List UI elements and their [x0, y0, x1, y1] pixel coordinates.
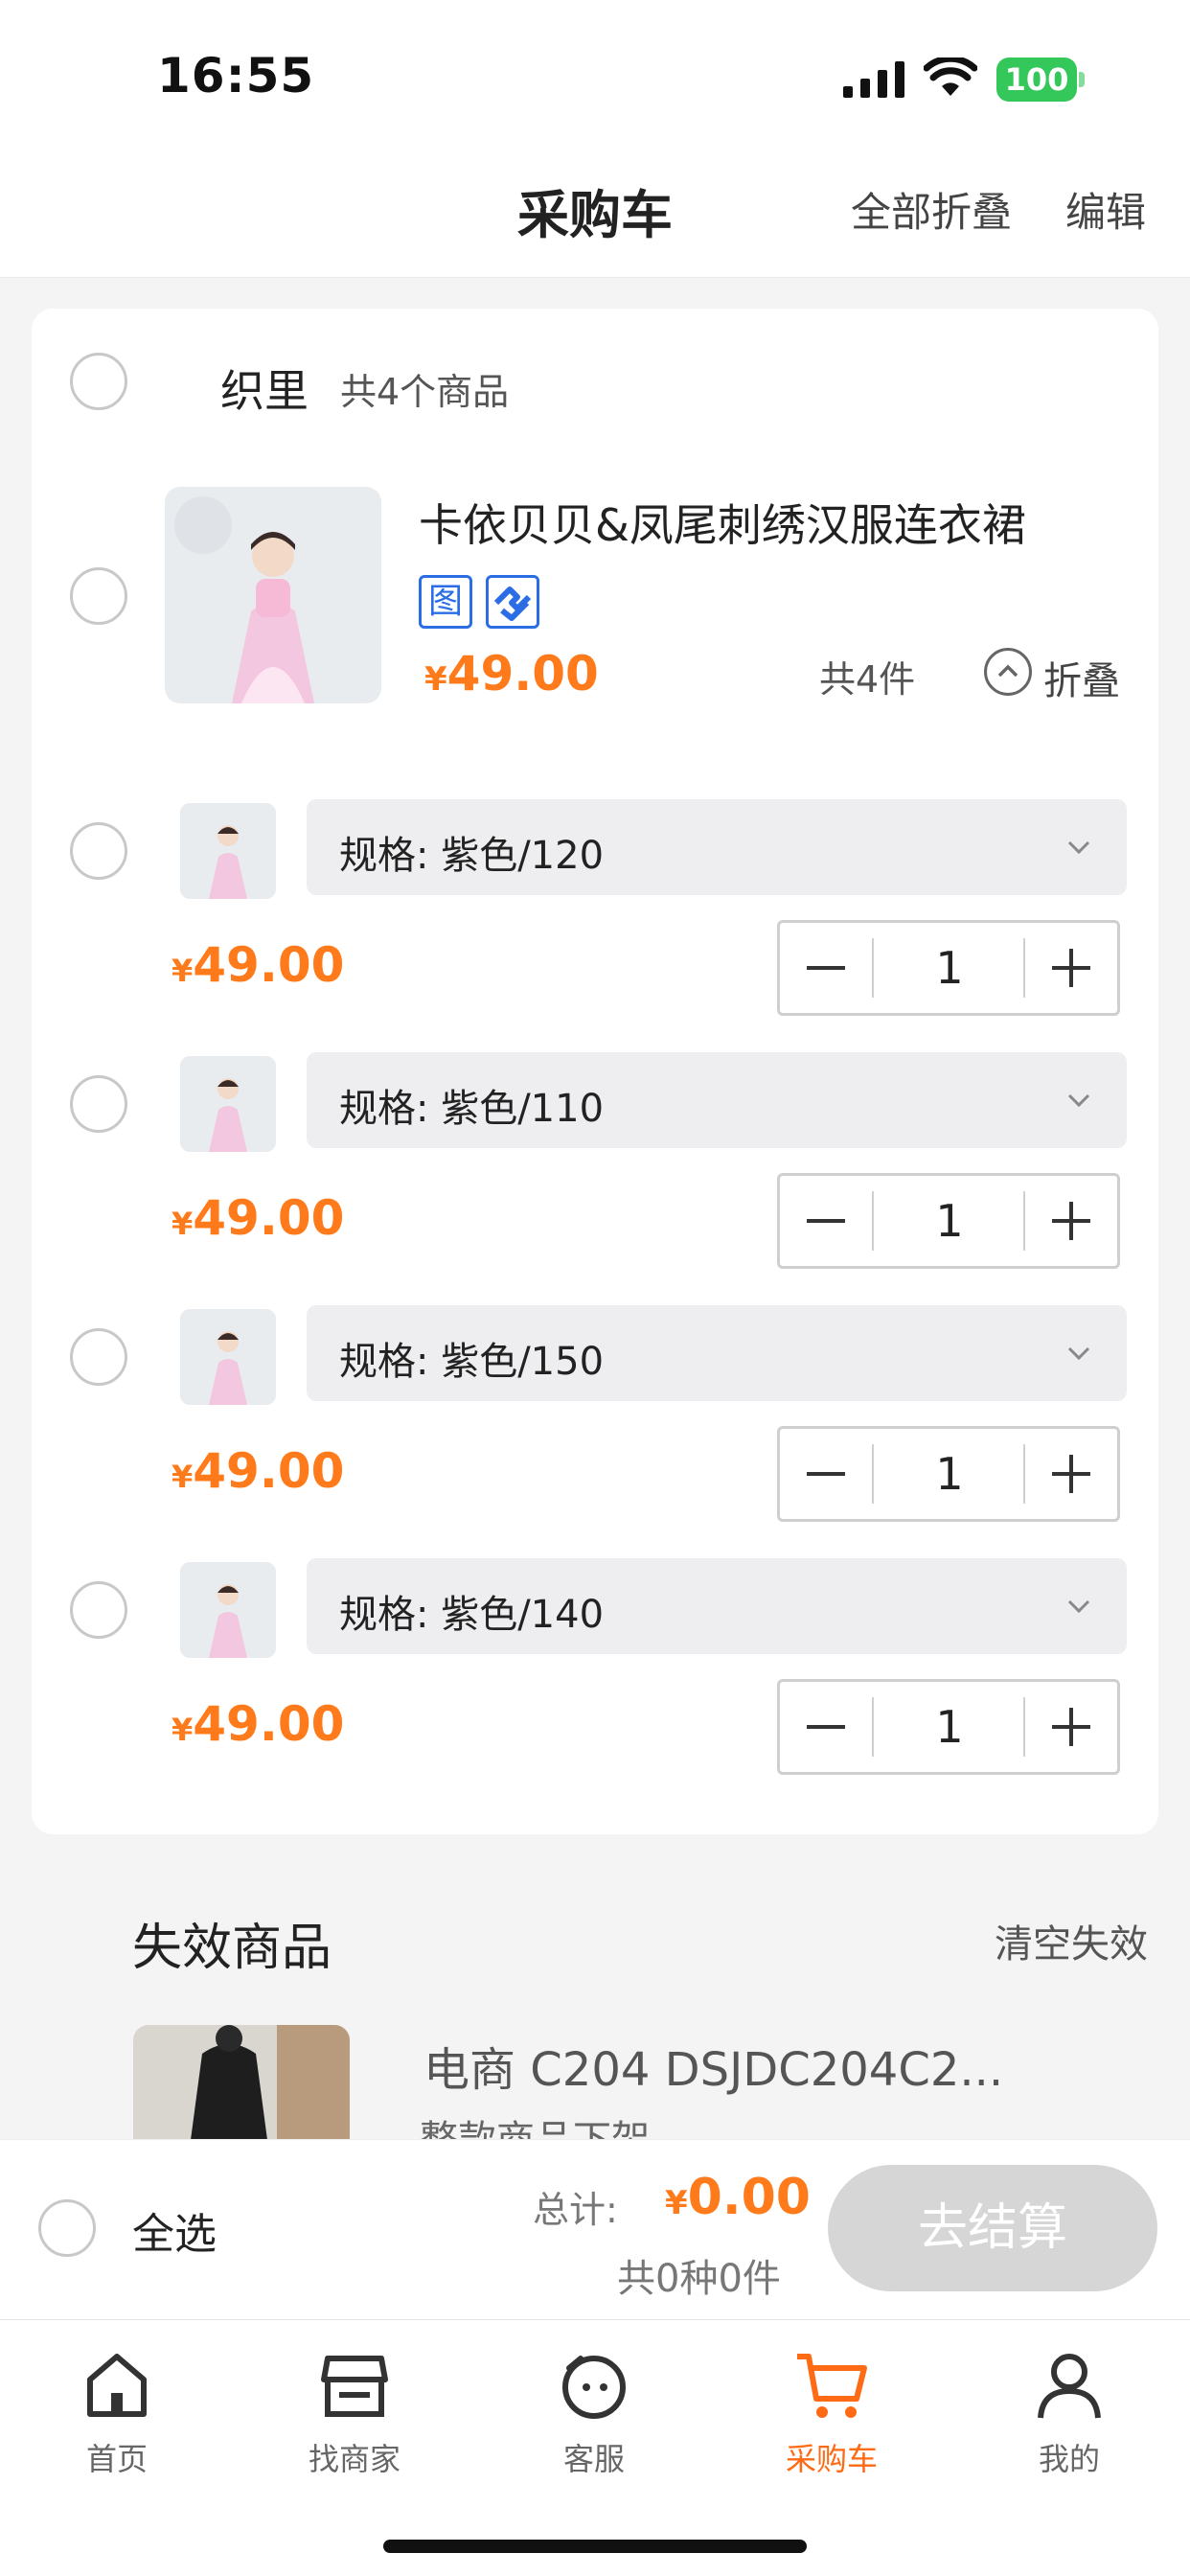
- chevron-down-icon: [1067, 1093, 1090, 1108]
- variant-thumbnail: [180, 1056, 276, 1152]
- cellular-signal-icon: [843, 61, 904, 98]
- decrease-button[interactable]: [780, 1682, 872, 1772]
- fold-label: 折叠: [1043, 659, 1120, 703]
- product-title[interactable]: 卡依贝贝&凤尾刺绣汉服连衣裙: [419, 491, 1026, 554]
- decrease-button[interactable]: [780, 1429, 872, 1519]
- variant-spec-select[interactable]: 规格: 紫色/140: [307, 1558, 1127, 1654]
- quantity-value[interactable]: 1: [874, 942, 1025, 994]
- product-price: ¥49.00: [424, 646, 599, 702]
- increase-button[interactable]: [1025, 923, 1117, 1013]
- service-icon: [562, 2356, 626, 2419]
- tab-home[interactable]: 首页: [31, 2345, 203, 2508]
- decrease-button[interactable]: [780, 923, 872, 1013]
- battery-level: 100: [1004, 61, 1069, 98]
- variant-select-radio[interactable]: [70, 822, 127, 880]
- edit-button[interactable]: 编辑: [1065, 180, 1146, 239]
- select-all-label[interactable]: 全选: [132, 2199, 217, 2261]
- checkout-bar: 全选 总计: ¥0.00 共0种0件 去结算: [0, 2139, 1190, 2319]
- handshake-icon: [486, 575, 539, 629]
- page-header: 采购车 全部折叠 编辑: [0, 144, 1190, 278]
- variant-spec-select[interactable]: 规格: 紫色/150: [307, 1305, 1127, 1401]
- invalid-items-title: 失效商品: [132, 1920, 332, 1977]
- quantity-stepper: 1: [777, 920, 1120, 1016]
- selected-count: 共0种0件: [617, 2257, 781, 2301]
- bottom-tab-bar: 首页 找商家 客服 采购车 我的: [0, 2319, 1190, 2576]
- cart-icon: [797, 2354, 867, 2418]
- checkout-button[interactable]: 去结算: [828, 2165, 1157, 2291]
- tab-mine[interactable]: 我的: [983, 2345, 1156, 2508]
- home-indicator[interactable]: [383, 2540, 807, 2553]
- tab-find-merchant[interactable]: 找商家: [268, 2345, 441, 2508]
- invalid-items-section: 失效商品 清空失效 电商 C204 DSJDC204C2... 整款商品下架: [0, 1867, 1190, 2162]
- select-all-radio[interactable]: [38, 2199, 96, 2257]
- quantity-value[interactable]: 1: [874, 1195, 1025, 1247]
- user-icon: [1038, 2354, 1101, 2419]
- quantity-stepper: 1: [777, 1679, 1120, 1775]
- product-total-pieces: 共4件: [819, 658, 916, 701]
- variant-select-radio[interactable]: [70, 1328, 127, 1386]
- variant-select-radio[interactable]: [70, 1581, 127, 1639]
- fold-all-button[interactable]: 全部折叠: [851, 180, 1012, 239]
- home-icon: [87, 2354, 147, 2417]
- product-select-radio[interactable]: [70, 567, 127, 625]
- shop-item-count: 共4个商品: [340, 371, 510, 413]
- status-bar: 16:55 100: [0, 0, 1190, 144]
- tab-cart[interactable]: 采购车: [745, 2345, 918, 2508]
- variant-thumbnail: [180, 803, 276, 899]
- quantity-stepper: 1: [777, 1426, 1120, 1522]
- variant-thumbnail: [180, 1562, 276, 1658]
- invalid-item-image[interactable]: [133, 2025, 350, 2140]
- tab-customer-service[interactable]: 客服: [508, 2345, 680, 2508]
- variant-select-radio[interactable]: [70, 1075, 127, 1133]
- variant-price: ¥49.00: [172, 1696, 345, 1752]
- variant-price: ¥49.00: [172, 937, 345, 993]
- store-icon: [321, 2356, 388, 2417]
- total-label: 总计:: [533, 2189, 618, 2231]
- chevron-down-icon: [1067, 1599, 1090, 1614]
- variant-thumbnail: [180, 1309, 276, 1405]
- increase-button[interactable]: [1025, 1429, 1117, 1519]
- decrease-button[interactable]: [780, 1176, 872, 1266]
- variant-spec-select[interactable]: 规格: 紫色/110: [307, 1052, 1127, 1148]
- image-tag: 图: [419, 575, 472, 629]
- invalid-item-name[interactable]: 电商 C204 DSJDC204C2...: [423, 2032, 1003, 2099]
- variant-price: ¥49.00: [172, 1190, 345, 1246]
- quantity-value[interactable]: 1: [874, 1448, 1025, 1500]
- shop-select-radio[interactable]: [70, 353, 127, 410]
- chevron-down-icon: [1067, 840, 1090, 855]
- chevron-up-icon: [984, 648, 1032, 696]
- clear-invalid-button[interactable]: 清空失效: [995, 1913, 1148, 1968]
- shop-card: 织里 共4个商品 卡依贝贝&凤尾刺绣汉服连衣裙 图 ¥49.00 共4件 折叠: [32, 309, 1158, 1834]
- total-value: ¥0.00: [665, 2169, 811, 2226]
- increase-button[interactable]: [1025, 1682, 1117, 1772]
- variant-spec-select[interactable]: 规格: 紫色/120: [307, 799, 1127, 895]
- chevron-down-icon: [1067, 1346, 1090, 1361]
- shop-name[interactable]: 织里: [220, 356, 309, 420]
- product-image[interactable]: [165, 487, 381, 703]
- quantity-value[interactable]: 1: [874, 1701, 1025, 1753]
- wifi-icon: [924, 58, 977, 96]
- quantity-stepper: 1: [777, 1173, 1120, 1269]
- status-time: 16:55: [157, 48, 315, 104]
- battery-icon: 100: [996, 58, 1085, 102]
- variant-price: ¥49.00: [172, 1443, 345, 1499]
- increase-button[interactable]: [1025, 1176, 1117, 1266]
